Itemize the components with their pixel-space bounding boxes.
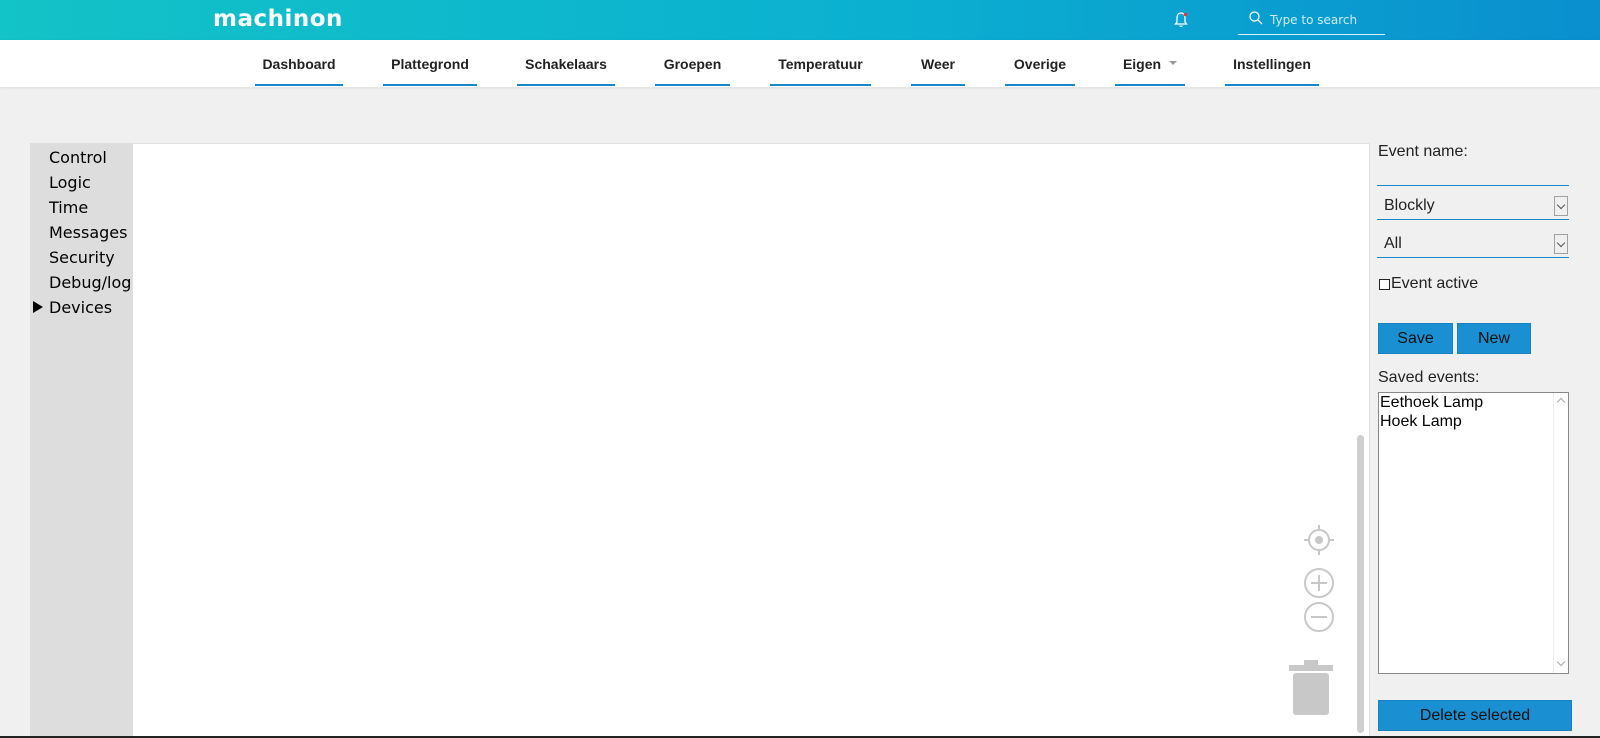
- chevron-down-icon: [1554, 234, 1568, 254]
- nav-dashboard[interactable]: Dashboard: [255, 40, 343, 87]
- caret-down-icon: [1169, 60, 1178, 65]
- event-type-value: Blockly: [1384, 197, 1435, 214]
- nav-plattegrond[interactable]: Plattegrond: [383, 40, 477, 87]
- event-trigger-value: All: [1384, 235, 1402, 252]
- search-box: [1238, 6, 1385, 35]
- saved-events-label: Saved events:: [1378, 369, 1480, 386]
- top-bar: machinon: [0, 0, 1600, 40]
- event-name-label: Event name:: [1378, 143, 1468, 160]
- nav-label: Dashboard: [262, 55, 336, 72]
- nav-schakelaars[interactable]: Schakelaars: [517, 40, 615, 87]
- list-scrollbar[interactable]: [1553, 393, 1568, 673]
- trash-icon[interactable]: [1289, 659, 1333, 721]
- search-input[interactable]: [1268, 9, 1384, 31]
- nav-weer[interactable]: Weer: [911, 40, 965, 87]
- nav-groepen[interactable]: Groepen: [655, 40, 730, 87]
- nav-overige[interactable]: Overige: [1005, 40, 1075, 87]
- workspace-scrollbar[interactable]: [1357, 435, 1364, 733]
- zoom-in-icon[interactable]: [1303, 567, 1335, 603]
- save-button[interactable]: Save: [1378, 323, 1453, 354]
- event-active-checkbox[interactable]: [1379, 279, 1390, 290]
- chevron-down-icon: [1554, 196, 1568, 216]
- list-item[interactable]: Eethoek Lamp: [1379, 393, 1568, 412]
- saved-events-list[interactable]: Eethoek Lamp Hoek Lamp: [1378, 392, 1569, 674]
- toolbox-category-debug-log[interactable]: Debug/log: [49, 271, 131, 295]
- nav-eigen[interactable]: Eigen: [1115, 40, 1185, 87]
- blockly-workspace[interactable]: [133, 143, 1370, 738]
- toolbox-category-time[interactable]: Time: [49, 196, 88, 220]
- recenter-icon[interactable]: [1303, 524, 1335, 560]
- main-nav: Dashboard Plattegrond Schakelaars Groepe…: [0, 40, 1600, 87]
- zoom-out-icon[interactable]: [1303, 601, 1335, 637]
- blockly-toolbox: Control Logic Time Messages Security Deb…: [30, 143, 133, 738]
- new-button[interactable]: New: [1457, 323, 1531, 354]
- list-item[interactable]: Hoek Lamp: [1379, 412, 1568, 431]
- expand-arrow-icon[interactable]: [33, 301, 43, 313]
- event-trigger-select[interactable]: All: [1377, 232, 1569, 258]
- event-type-select[interactable]: Blockly: [1377, 194, 1569, 220]
- event-active-label: Event active: [1391, 275, 1479, 292]
- toolbox-category-logic[interactable]: Logic: [49, 171, 91, 195]
- search-icon: [1248, 10, 1264, 26]
- nav-label: Instellingen: [1233, 55, 1311, 72]
- nav-label: Plattegrond: [391, 55, 469, 72]
- nav-label: Temperatuur: [778, 55, 863, 72]
- toolbox-category-messages[interactable]: Messages: [49, 221, 127, 245]
- bell-icon[interactable]: [1173, 11, 1189, 29]
- toolbox-category-devices[interactable]: Devices: [49, 296, 112, 320]
- nav-label: Groepen: [663, 55, 722, 72]
- nav-label: Overige: [1013, 55, 1067, 72]
- nav-label: Schakelaars: [525, 55, 607, 72]
- toolbox-category-control[interactable]: Control: [49, 146, 107, 170]
- toolbox-category-security[interactable]: Security: [49, 246, 115, 270]
- nav-label: Weer: [921, 55, 955, 72]
- delete-selected-button[interactable]: Delete selected: [1378, 700, 1572, 731]
- event-name-input[interactable]: [1377, 166, 1569, 186]
- nav-instellingen[interactable]: Instellingen: [1225, 40, 1319, 87]
- nav-label: Eigen: [1122, 55, 1162, 72]
- nav-temperatuur[interactable]: Temperatuur: [770, 40, 871, 87]
- logo[interactable]: machinon: [213, 6, 343, 32]
